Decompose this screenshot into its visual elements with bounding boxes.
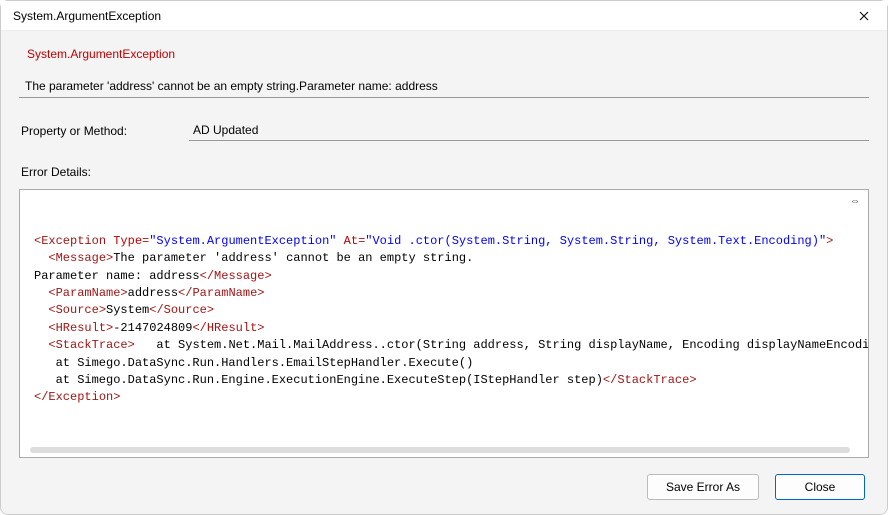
error-details-box[interactable]: ⇔ <Exception Type="System.ArgumentExcept… [19,189,869,458]
save-error-as-button[interactable]: Save Error As [647,474,759,500]
dialog-content: System.ArgumentException The parameter '… [1,31,887,514]
titlebar: System.ArgumentException [1,1,887,31]
button-row: Save Error As Close [19,474,869,500]
expand-icon[interactable]: ⇔ [848,196,862,210]
close-icon[interactable] [841,1,887,31]
property-value-field[interactable]: AD Updated [189,120,869,141]
close-button[interactable]: Close [775,474,865,500]
exception-name: System.ArgumentException [19,47,869,61]
property-label: Property or Method: [19,124,189,138]
error-details-label: Error Details: [19,165,869,179]
horizontal-scrollbar[interactable] [30,447,850,453]
exception-message-field[interactable]: The parameter 'address' cannot be an emp… [19,75,869,98]
window-title: System.ArgumentException [13,9,841,23]
property-row: Property or Method: AD Updated [19,120,869,141]
